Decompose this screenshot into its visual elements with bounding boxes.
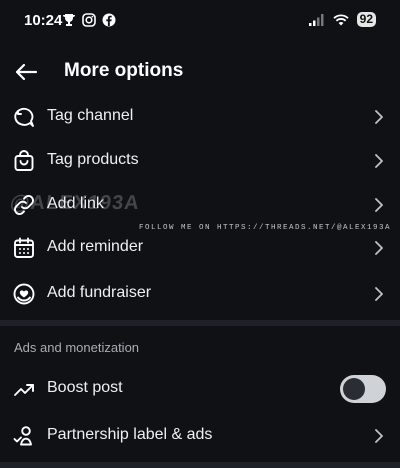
- boost-post-toggle[interactable]: [340, 375, 386, 403]
- partnership-label: Partnership label & ads: [47, 426, 213, 443]
- add-fundraiser-label: Add fundraiser: [47, 284, 152, 301]
- shopping-bag-icon: [14, 150, 34, 171]
- tag-products-label: Tag products: [47, 151, 139, 168]
- partnership-item[interactable]: Partnership label & ads: [0, 414, 400, 458]
- instagram-icon: [82, 13, 96, 27]
- boost-post-label: Boost post: [47, 379, 123, 396]
- tag-channel-item[interactable]: Tag channel: [0, 95, 400, 139]
- wifi-icon: [333, 13, 349, 25]
- facebook-icon: [102, 13, 116, 27]
- toggle-knob: [343, 378, 365, 400]
- fundraiser-icon: [13, 283, 35, 305]
- header: More options: [0, 52, 400, 92]
- chevron-right-icon: [375, 110, 383, 124]
- chevron-right-icon: [375, 287, 383, 301]
- status-bar: 10:24 92: [0, 0, 400, 40]
- chevron-right-icon: [375, 198, 383, 212]
- chevron-right-icon: [375, 241, 383, 255]
- page-title: More options: [64, 60, 184, 81]
- status-right-icons: 92: [308, 12, 376, 27]
- section-heading: Ads and monetization: [14, 340, 140, 355]
- section-divider: [0, 320, 400, 326]
- trending-up-icon: [14, 384, 34, 396]
- calendar-icon: [14, 237, 34, 258]
- partnership-icon: [13, 426, 32, 446]
- chevron-right-icon: [375, 154, 383, 168]
- add-reminder-label: Add reminder: [47, 238, 144, 255]
- tag-channel-label: Tag channel: [47, 107, 134, 124]
- chevron-right-icon: [375, 429, 383, 443]
- signal-icon: [308, 13, 324, 26]
- tag-products-item[interactable]: Tag products: [0, 139, 400, 183]
- status-left-icons: [62, 13, 116, 27]
- add-reminder-item[interactable]: Add reminder: [0, 226, 400, 270]
- follow-overlay-text: FOLLOW ME ON HTTPS://THREADS.NET/@ALEX19…: [139, 224, 392, 232]
- add-fundraiser-item[interactable]: Add fundraiser: [0, 272, 400, 316]
- back-arrow-icon[interactable]: [12, 58, 40, 86]
- bottom-divider: [0, 462, 400, 468]
- battery-icon: 92: [356, 12, 376, 27]
- tag-channel-icon: [14, 107, 34, 127]
- status-time: 10:24: [24, 12, 63, 29]
- watermark: @ALEX193A: [8, 192, 141, 214]
- trophy-icon: [63, 14, 75, 26]
